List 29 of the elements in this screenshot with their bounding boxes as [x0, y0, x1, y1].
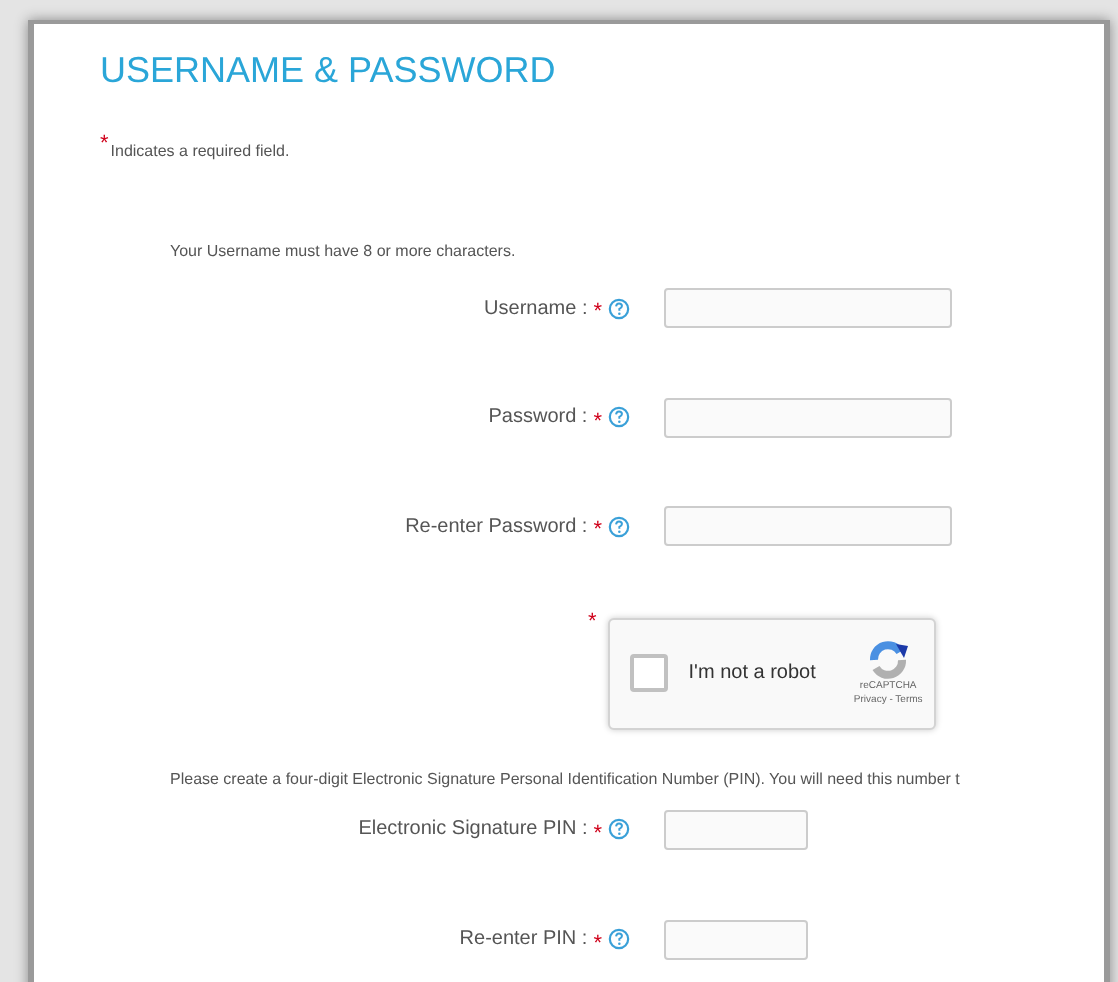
help-icon[interactable]: [608, 515, 630, 538]
input-field[interactable]: [664, 919, 808, 959]
required-mark: *: [593, 520, 602, 543]
help-icon[interactable]: [608, 406, 630, 429]
field-label: Password :: [488, 404, 588, 433]
required-mark: *: [100, 134, 109, 156]
recaptcha-logo-icon: [866, 639, 911, 679]
help-icon[interactable]: [608, 928, 630, 950]
input-field[interactable]: [664, 506, 952, 547]
input-field[interactable]: [664, 397, 952, 438]
input-field[interactable]: [664, 288, 952, 329]
field-label: Re-enter Password :: [405, 513, 588, 542]
required-mark: *: [593, 933, 602, 955]
field-label: Electronic Signature PIN :: [358, 816, 588, 844]
pin-note: Please create a four-digit Electronic Signature Personal Identification Number (PIN). You will need this number t: [170, 767, 962, 791]
required-mark: *: [593, 302, 602, 325]
captcha-label: I'm not a robot: [688, 660, 818, 688]
required-note: Indicates a required field.: [110, 140, 290, 164]
username-note: Your Username must have 8 or more characters.: [170, 240, 518, 264]
required-mark: *: [588, 611, 597, 633]
help-icon[interactable]: [608, 818, 630, 840]
page-title: USERNAME & PASSWORD: [100, 50, 558, 90]
field-label: Username :: [484, 295, 588, 324]
input-field[interactable]: [664, 809, 808, 849]
field-label: Re-enter PIN :: [459, 926, 588, 954]
required-mark: *: [593, 411, 602, 434]
help-icon[interactable]: [608, 297, 630, 320]
captcha-checkbox[interactable]: [630, 654, 669, 692]
required-mark: *: [593, 823, 602, 845]
